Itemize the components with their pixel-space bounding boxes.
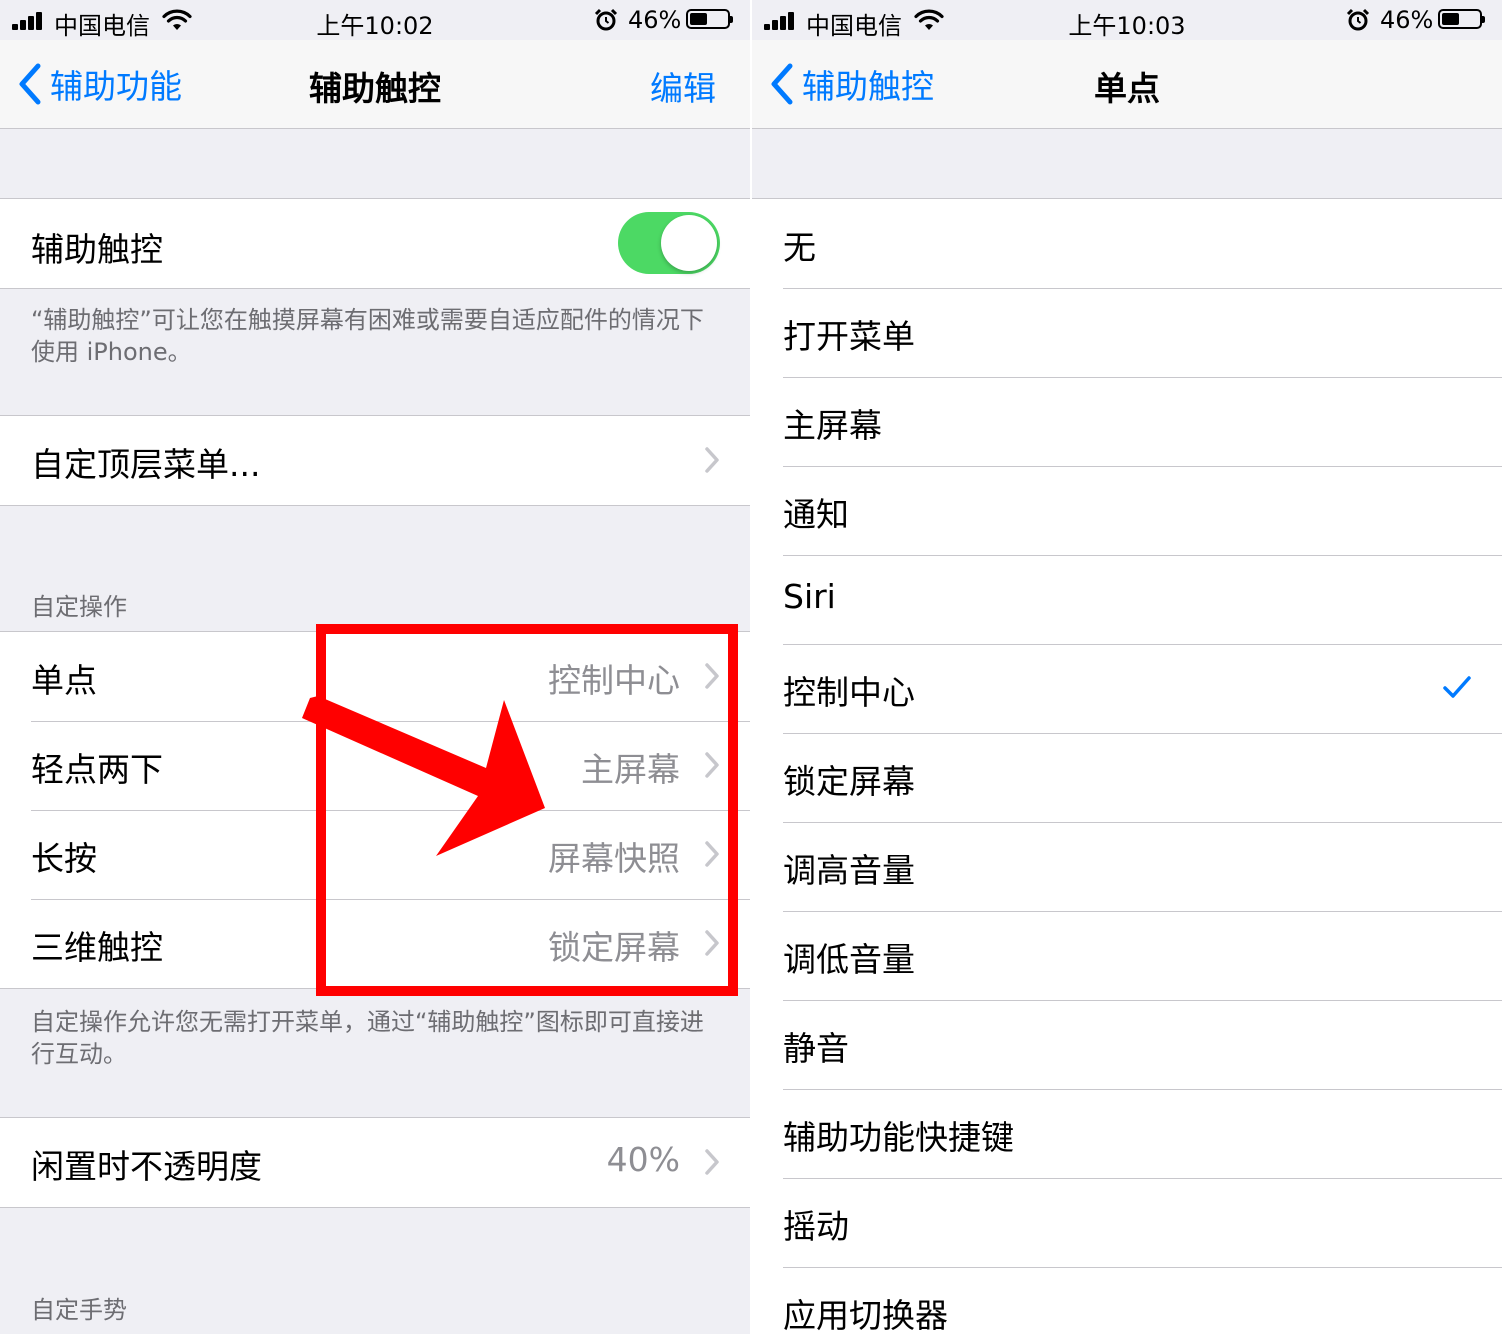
option-label: 主屏幕 <box>783 406 882 445</box>
option-label: 无 <box>783 228 816 267</box>
option-row[interactable]: 摇动 <box>752 1178 1502 1267</box>
action-options-list: 无 打开菜单 主屏幕 通知 Siri 控制中心 锁定屏幕 调高音量 调低音量 静… <box>752 198 1502 1334</box>
status-bar: 中国电信 上午10:03 46% <box>752 0 1502 40</box>
option-row-selected[interactable]: 控制中心 <box>752 644 1502 733</box>
annotation-arrow-icon <box>302 696 545 856</box>
option-label: 辅助功能快捷键 <box>783 1118 1014 1157</box>
option-label: 应用切换器 <box>783 1296 948 1334</box>
option-row[interactable]: 无 <box>752 199 1502 288</box>
option-label: 通知 <box>783 495 849 534</box>
option-row[interactable]: 主屏幕 <box>752 377 1502 466</box>
page-title: 单点 <box>1094 69 1160 108</box>
right-screen: 中国电信 上午10:03 46% 辅助触控 单点 无 打开菜单 主屏幕 通知 S… <box>752 0 1502 1334</box>
checkmark-icon <box>1443 676 1471 698</box>
option-row[interactable]: Siri <box>752 555 1502 644</box>
option-row[interactable]: 锁定屏幕 <box>752 733 1502 822</box>
option-label: 调低音量 <box>783 940 915 979</box>
option-row[interactable]: 通知 <box>752 466 1502 555</box>
option-label: 打开菜单 <box>783 317 915 356</box>
option-row[interactable]: 辅助功能快捷键 <box>752 1089 1502 1178</box>
option-row[interactable]: 应用切换器 <box>752 1267 1502 1334</box>
left-screen: 中国电信 上午10:02 46% 辅助功能 辅助触控 编辑 辅助触控 “辅助触控… <box>0 0 750 1334</box>
navigation-bar: 辅助触控 单点 <box>752 40 1502 129</box>
battery-percent: 46% <box>1380 6 1434 34</box>
option-label: 调高音量 <box>783 851 915 890</box>
option-label: 静音 <box>783 1029 849 1068</box>
option-row[interactable]: 调低音量 <box>752 911 1502 1000</box>
alarm-icon <box>1346 8 1370 31</box>
option-label: 锁定屏幕 <box>783 762 915 801</box>
battery-icon <box>1438 9 1485 29</box>
option-row[interactable]: 调高音量 <box>752 822 1502 911</box>
option-row[interactable]: 静音 <box>752 1000 1502 1089</box>
option-label: 控制中心 <box>783 673 915 712</box>
option-label: 摇动 <box>783 1207 849 1246</box>
option-label: Siri <box>783 577 836 616</box>
option-row[interactable]: 打开菜单 <box>752 288 1502 377</box>
